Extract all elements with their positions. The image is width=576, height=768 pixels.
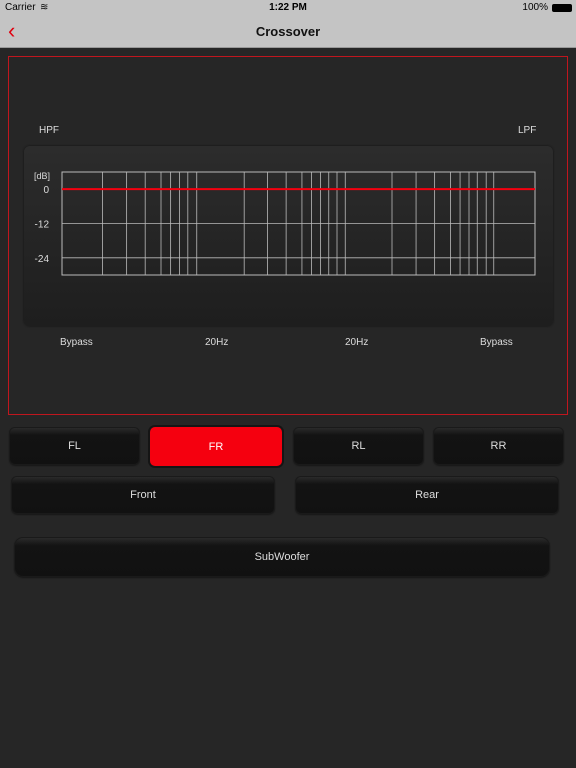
channel-fr-button[interactable]: FR xyxy=(150,427,282,466)
channel-rl-button[interactable]: RL xyxy=(294,428,423,464)
rear-button[interactable]: Rear xyxy=(296,477,558,513)
hpf-slope-label[interactable]: Bypass xyxy=(60,337,93,348)
lpf-slope-label[interactable]: Bypass xyxy=(480,337,513,348)
y-unit-label: [dB] xyxy=(34,171,50,181)
y-tick-label: -24 xyxy=(35,254,50,265)
subwoofer-button[interactable]: SubWoofer xyxy=(15,538,549,576)
y-tick-label: -12 xyxy=(35,220,50,231)
crossover-chart[interactable]: 0 -12 -24 [dB] xyxy=(0,0,576,768)
channel-rr-button[interactable]: RR xyxy=(434,428,563,464)
hpf-freq-label[interactable]: 20Hz xyxy=(205,337,228,348)
y-tick-label: 0 xyxy=(43,185,49,196)
channel-fl-button[interactable]: FL xyxy=(10,428,139,464)
front-button[interactable]: Front xyxy=(12,477,274,513)
lpf-freq-label[interactable]: 20Hz xyxy=(345,337,368,348)
